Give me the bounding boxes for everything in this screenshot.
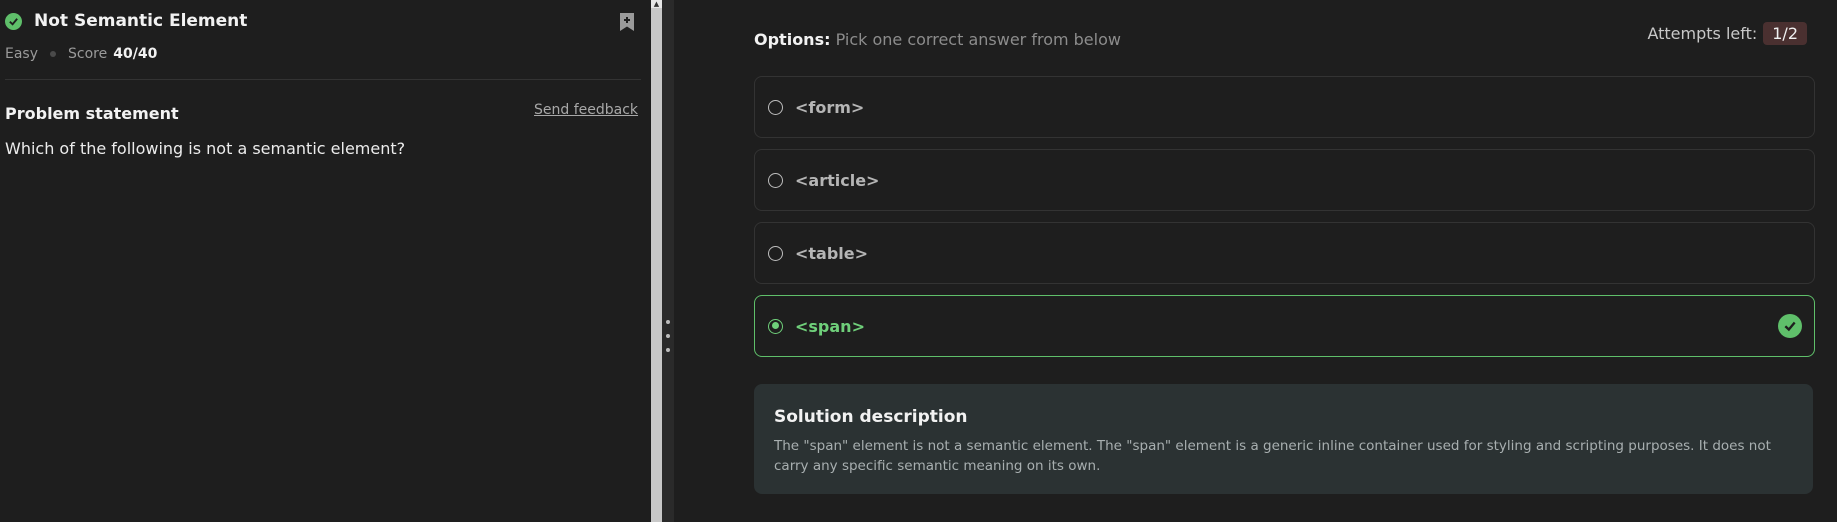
score-label: Score (68, 46, 108, 62)
bookmark-add-icon[interactable] (617, 11, 637, 33)
problem-statement-heading: Problem statement (5, 104, 179, 123)
drag-handle-icon[interactable] (666, 320, 670, 362)
attempts-indicator: Attempts left: 1/2 (1647, 22, 1807, 45)
solved-check-icon (5, 12, 22, 30)
radio-selected-icon[interactable] (768, 318, 783, 334)
send-feedback-link[interactable]: Send feedback (534, 102, 638, 118)
score-value: 40/40 (113, 46, 158, 62)
solution-title: Solution description (774, 407, 968, 427)
options-header: Options: Pick one correct answer from be… (754, 30, 1121, 49)
question-text: Which of the following is not a semantic… (5, 139, 406, 158)
option-label: <article> (795, 170, 880, 190)
solution-text: The "span" element is not a semantic ele… (774, 438, 1771, 474)
option-label: <span> (795, 316, 865, 336)
option-label: <table> (795, 243, 869, 263)
options-hint: Pick one correct answer from below (835, 30, 1121, 49)
difficulty-label: Easy (5, 46, 39, 62)
radio-icon[interactable] (768, 172, 783, 188)
problem-title-row: Not Semantic Element (5, 11, 247, 31)
option-article[interactable]: <article> (754, 149, 1815, 211)
attempts-badge: 1/2 (1763, 22, 1807, 45)
problem-meta: Easy Score 40/40 (5, 46, 157, 62)
scroll-up-arrow-icon[interactable]: ▲ (651, 0, 662, 8)
option-span[interactable]: <span> (754, 295, 1815, 357)
radio-icon[interactable] (768, 99, 783, 115)
left-scrollbar[interactable] (651, 0, 662, 522)
divider (5, 79, 641, 80)
problem-panel: Not Semantic Element Easy Score 40/40 Pr… (0, 0, 651, 522)
resize-handle[interactable] (662, 0, 674, 522)
radio-icon[interactable] (768, 245, 783, 261)
attempts-label: Attempts left: (1647, 24, 1758, 43)
problem-title: Not Semantic Element (34, 11, 248, 31)
options-label: Options: (754, 30, 831, 49)
separator-dot (50, 51, 57, 57)
answer-panel: Options: Pick one correct answer from be… (674, 0, 1837, 522)
correct-check-icon (1778, 314, 1802, 338)
option-form[interactable]: <form> (754, 76, 1815, 138)
option-label: <form> (795, 97, 865, 117)
solution-description: Solution description The "span" element … (754, 384, 1813, 494)
option-table[interactable]: <table> (754, 222, 1815, 284)
